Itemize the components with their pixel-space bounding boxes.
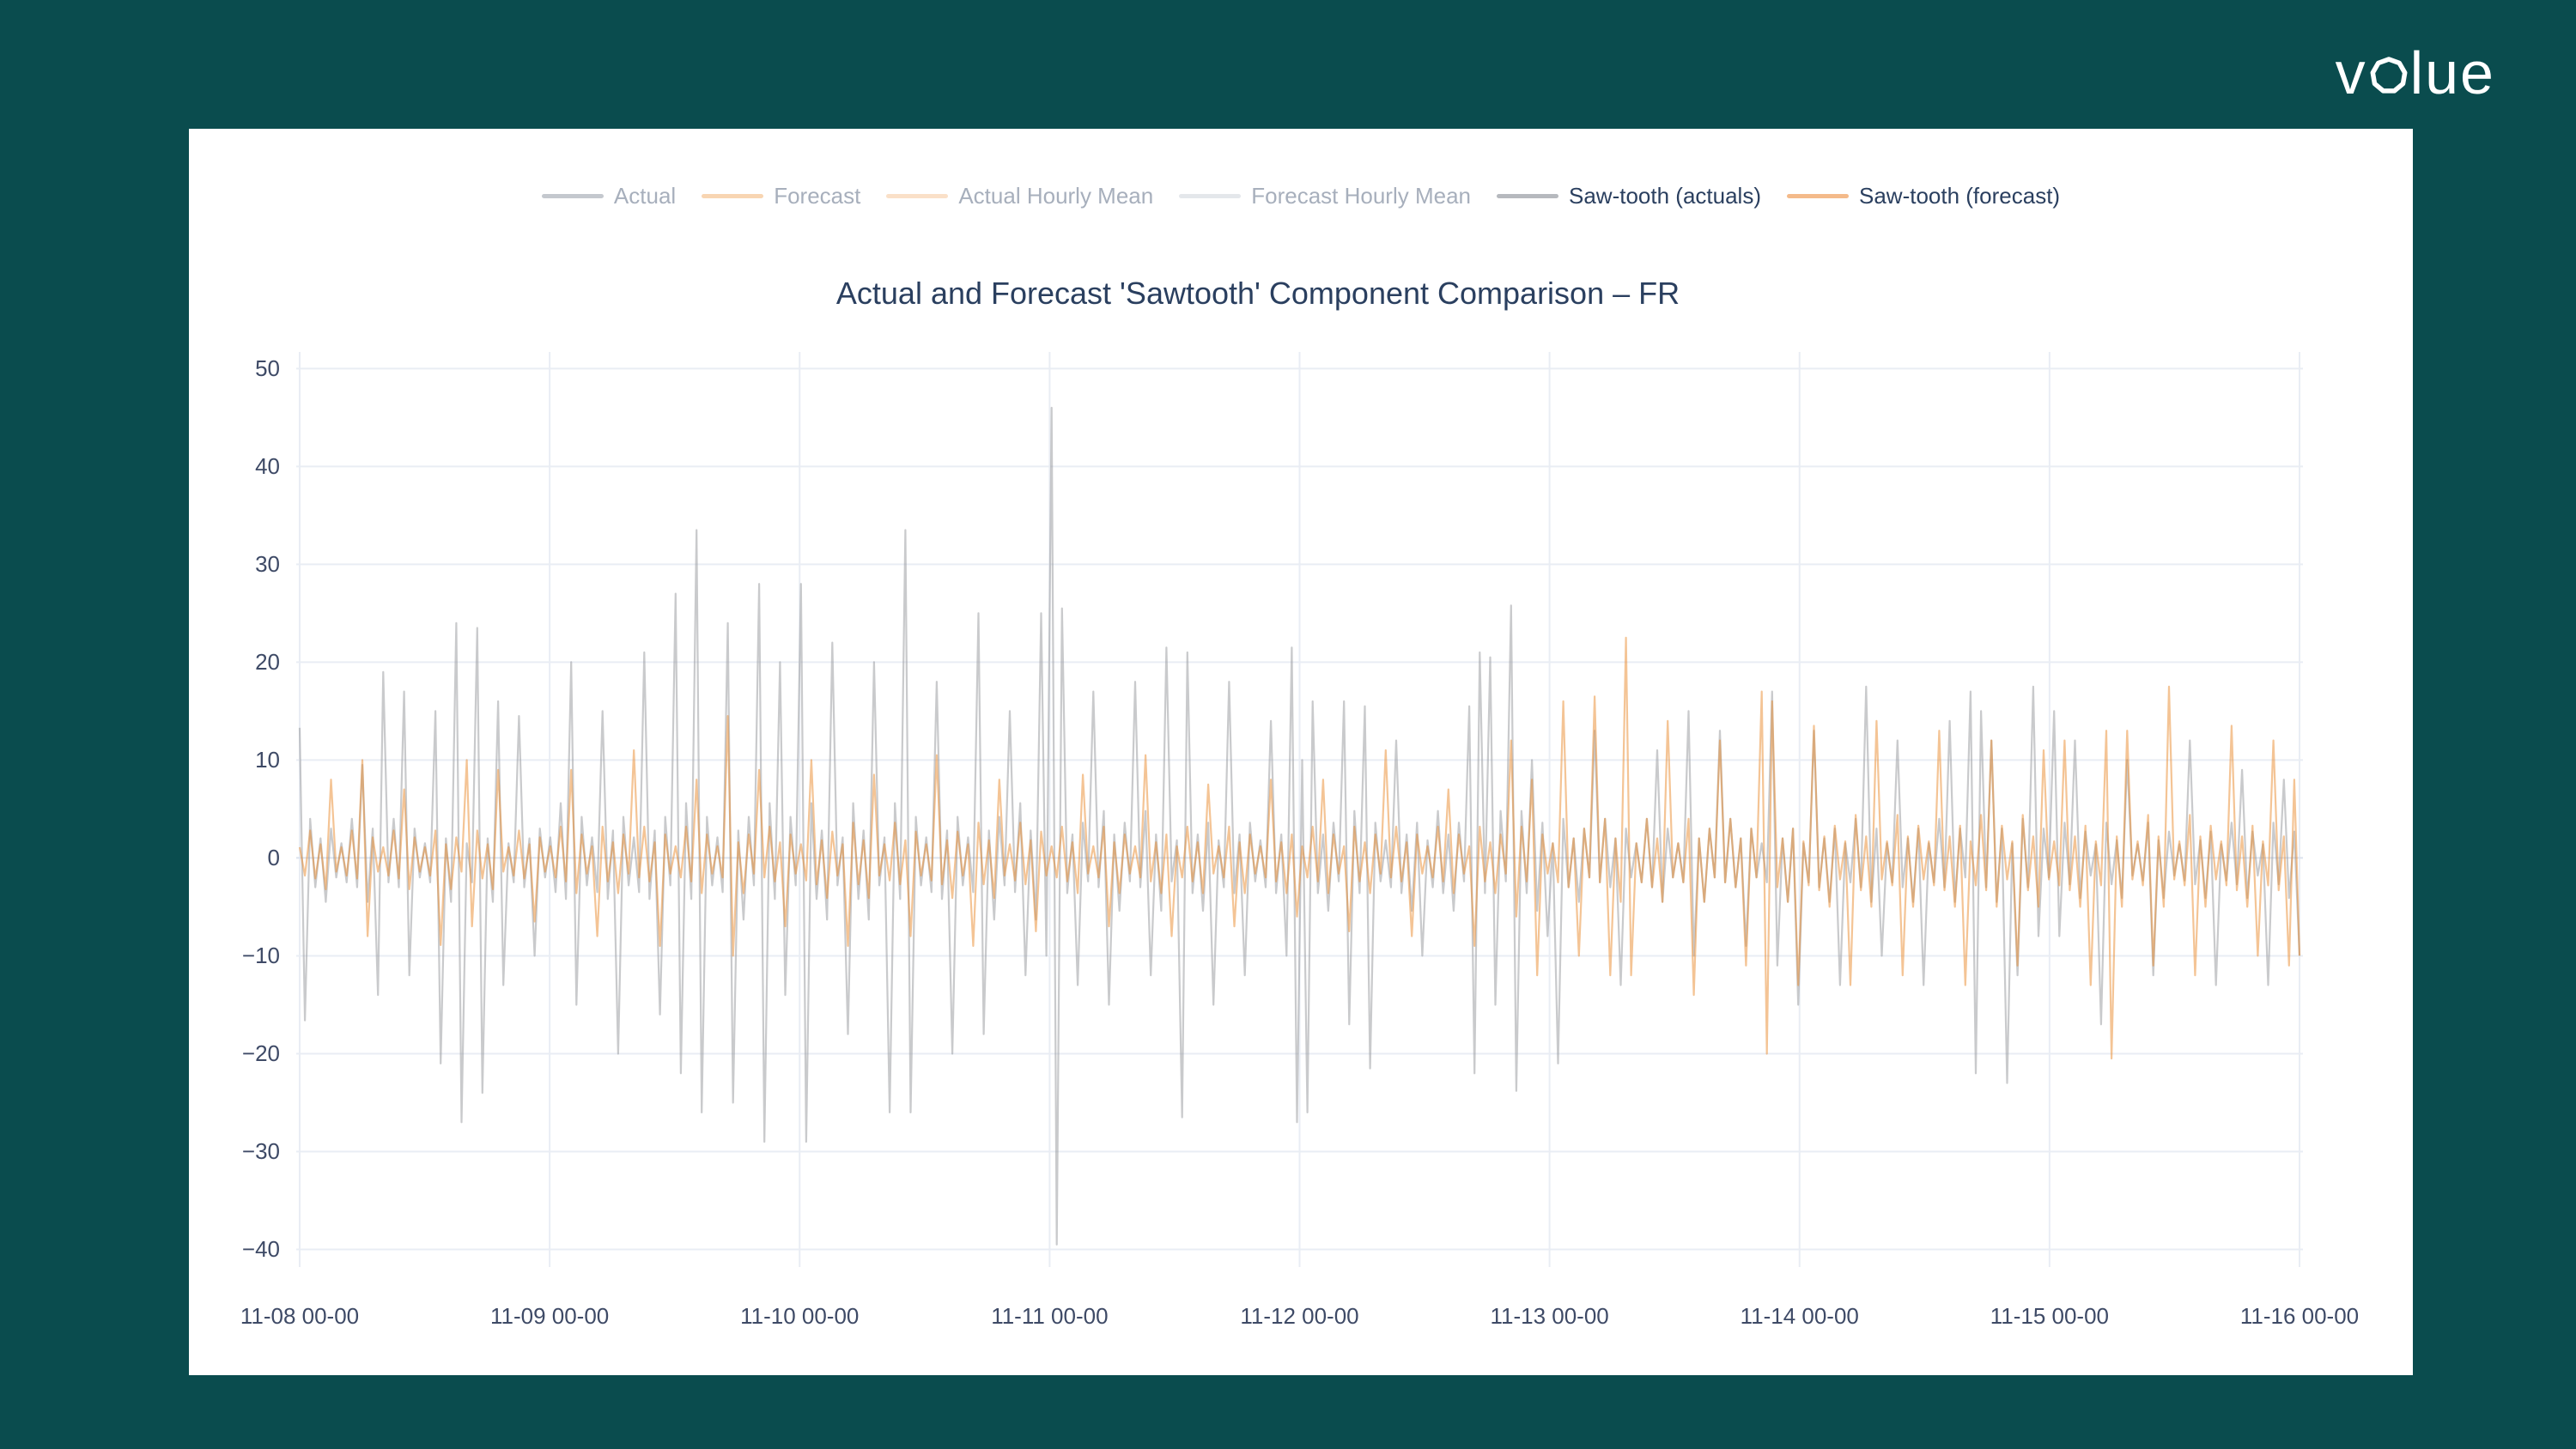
y-tick-label: −10 <box>197 942 280 969</box>
legend-item-saw-tooth-forecast[interactable]: Saw-tooth (forecast) <box>1787 182 2060 209</box>
legend-line-swatch-icon <box>542 194 604 198</box>
legend-line-swatch-icon <box>702 194 763 198</box>
x-tick-label: 11-14 00-00 <box>1697 1302 1903 1330</box>
legend-line-swatch-icon <box>1787 194 1849 198</box>
legend-label: Actual <box>614 182 676 209</box>
legend-label: Forecast Hourly Mean <box>1251 182 1471 209</box>
y-tick-label: 20 <box>197 648 280 676</box>
y-tick-label: −30 <box>197 1137 280 1165</box>
y-tick-label: 40 <box>197 452 280 480</box>
y-tick-label: −20 <box>197 1040 280 1067</box>
y-tick-label: 10 <box>197 746 280 773</box>
x-tick-label: 11-09 00-00 <box>447 1302 653 1330</box>
legend-label: Saw-tooth (forecast) <box>1859 182 2060 209</box>
legend-label: Actual Hourly Mean <box>958 182 1153 209</box>
x-tick-label: 11-11 00-00 <box>946 1302 1152 1330</box>
x-tick-label: 11-10 00-00 <box>696 1302 902 1330</box>
legend-item-forecast-hourly-mean[interactable]: Forecast Hourly Mean <box>1179 182 1471 209</box>
chart-card: Actual Forecast Actual Hourly Mean Forecast… <box>189 129 2413 1375</box>
plot-area[interactable] <box>296 352 2303 1267</box>
volue-logo: v lue <box>2336 43 2495 103</box>
y-tick-label: −40 <box>197 1235 280 1263</box>
legend-item-saw-tooth-actuals[interactable]: Saw-tooth (actuals) <box>1497 182 1761 209</box>
legend-line-swatch-icon <box>886 194 948 198</box>
legend-item-actual[interactable]: Actual <box>542 182 676 209</box>
x-tick-label: 11-12 00-00 <box>1197 1302 1403 1330</box>
chart-title: Actual and Forecast 'Sawtooth' Component… <box>836 275 1680 312</box>
legend-label: Saw-tooth (actuals) <box>1569 182 1761 209</box>
volue-logo-prefix: v <box>2336 43 2367 103</box>
legend-line-swatch-icon <box>1497 194 1558 198</box>
legend-line-swatch-icon <box>1179 194 1241 198</box>
x-tick-label: 11-15 00-00 <box>1947 1302 2153 1330</box>
y-tick-label: 50 <box>197 355 280 382</box>
x-tick-label: 11-08 00-00 <box>197 1302 403 1330</box>
chart-legend: Actual Forecast Actual Hourly Mean Forecast… <box>189 182 2413 209</box>
x-tick-label: 11-13 00-00 <box>1447 1302 1653 1330</box>
legend-item-forecast[interactable]: Forecast <box>702 182 860 209</box>
y-tick-label: 30 <box>197 550 280 578</box>
volue-logo-nonagon-o-icon <box>2370 57 2408 94</box>
volue-logo-suffix: lue <box>2410 43 2495 103</box>
x-tick-label: 11-16 00-00 <box>2196 1302 2403 1330</box>
legend-label: Forecast <box>774 182 860 209</box>
y-tick-label: 0 <box>197 844 280 871</box>
legend-item-actual-hourly-mean[interactable]: Actual Hourly Mean <box>886 182 1153 209</box>
